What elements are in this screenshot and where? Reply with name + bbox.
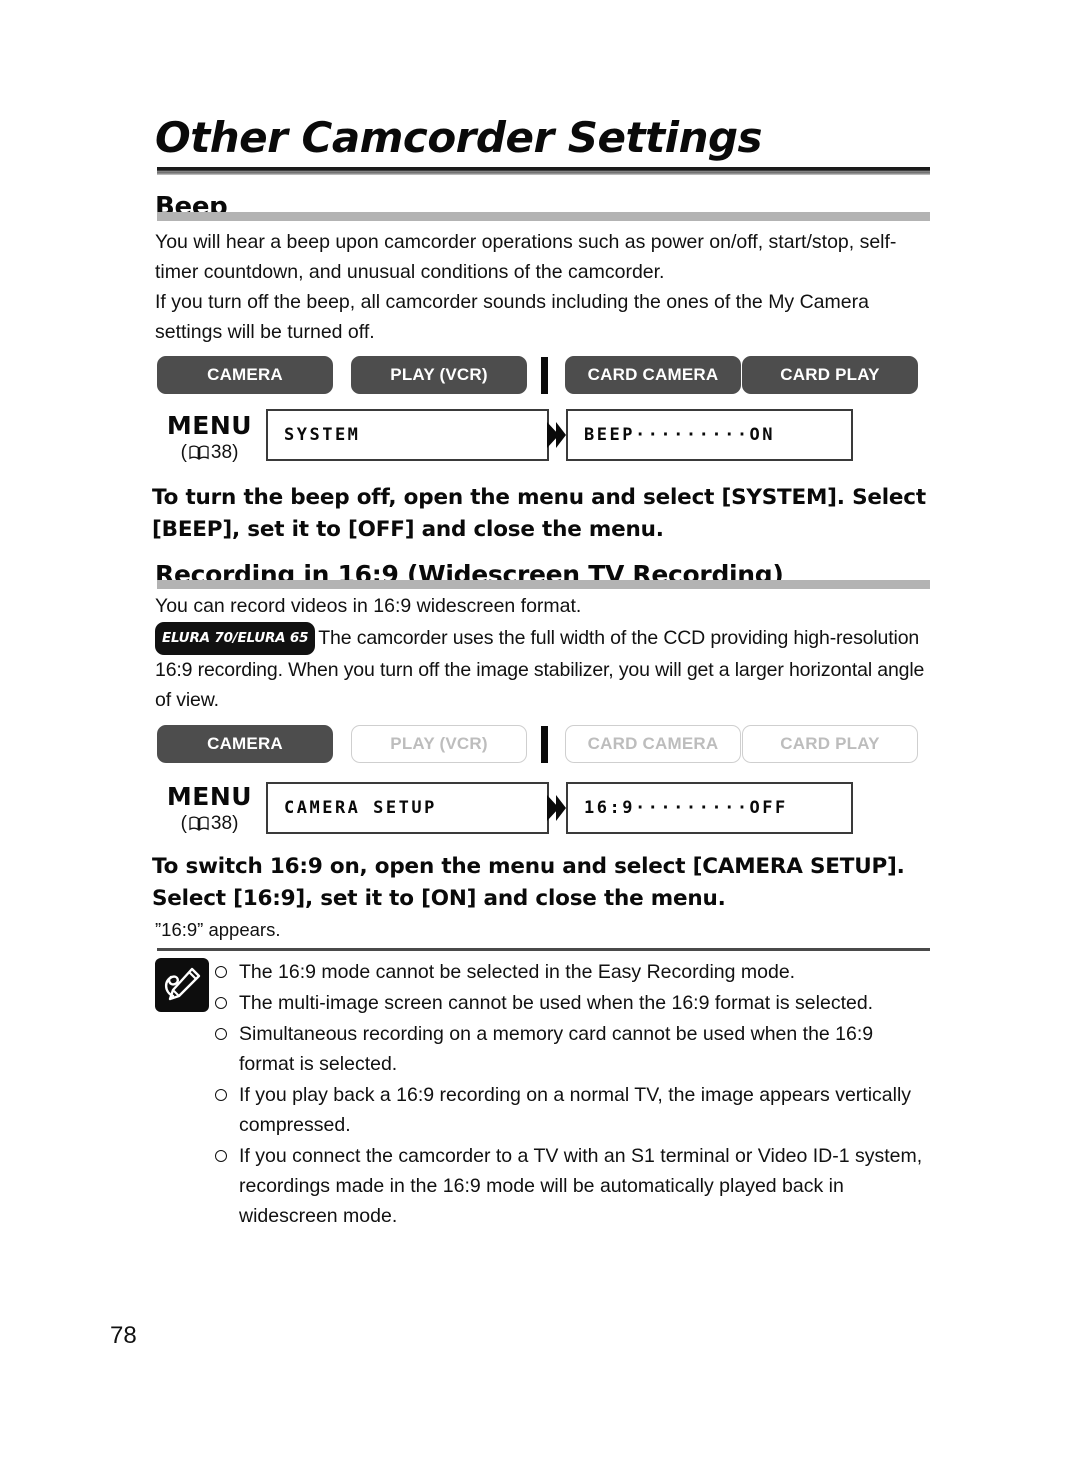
chevron-right-icon: [545, 420, 567, 450]
circle-bullet-icon: [215, 1089, 227, 1101]
book-icon: [189, 813, 209, 831]
mode-button-play-vcr[interactable]: PLAY (VCR): [351, 725, 527, 763]
menu-label-widescreen: MENU (38): [157, 783, 262, 837]
mode-button-card-camera[interactable]: CARD CAMERA: [565, 356, 741, 394]
mode-button-card-play[interactable]: CARD PLAY: [742, 725, 918, 763]
chevron-right-icon: [545, 793, 567, 823]
note-text: The multi-image screen cannot be used wh…: [239, 992, 874, 1014]
circle-bullet-icon: [215, 997, 227, 1009]
instruction-beep: To turn the beep off, open the menu and …: [152, 485, 926, 542]
list-item: The multi-image screen cannot be used wh…: [213, 988, 931, 1018]
lcd-menu-beep-setting[interactable]: BEEP·········ON: [566, 409, 853, 461]
instruction-widescreen: To switch 16:9 on, open the menu and sel…: [152, 854, 905, 911]
circle-bullet-icon: [215, 966, 227, 978]
mode-button-camera[interactable]: CAMERA: [157, 725, 333, 763]
mode-separator: [541, 726, 548, 763]
section-divider-beep: [157, 212, 930, 221]
mode-button-card-camera[interactable]: CARD CAMERA: [565, 725, 741, 763]
lcd-menu-169-setting[interactable]: 16:9·········OFF: [566, 782, 853, 834]
beep-paragraph-1: You will hear a beep upon camcorder oper…: [155, 231, 897, 283]
list-item: The 16:9 mode cannot be selected in the …: [213, 957, 931, 987]
list-item: Simultaneous recording on a memory card …: [213, 1019, 931, 1079]
lcd-menu-camera-setup[interactable]: CAMERA SETUP: [266, 782, 549, 834]
mode-separator: [541, 357, 548, 394]
notes-divider: [157, 948, 930, 951]
menu-word: MENU: [166, 411, 253, 440]
menu-page-number: 38: [210, 442, 233, 463]
note-text: The 16:9 mode cannot be selected in the …: [239, 961, 796, 983]
menu-page-number: 38: [210, 813, 233, 834]
appears-note: ”16:9” appears.: [155, 919, 281, 940]
lcd-menu-system[interactable]: SYSTEM: [266, 409, 549, 461]
page-title: Other Camcorder Settings: [155, 113, 763, 162]
manual-page: Other Camcorder Settings Beep You will h…: [0, 0, 1080, 1461]
elura-model-badge: ELURA 70/ELURA 65: [155, 622, 316, 655]
memo-pencil-icon: [155, 958, 209, 1012]
list-item: If you connect the camcorder to a TV wit…: [213, 1141, 931, 1231]
notes-list: The 16:9 mode cannot be selected in the …: [213, 957, 931, 1232]
beep-paragraph-2: If you turn off the beep, all camcorder …: [155, 291, 869, 343]
circle-bullet-icon: [215, 1028, 227, 1040]
menu-page-reference: (38): [157, 440, 262, 466]
menu-page-reference: (38): [157, 811, 262, 837]
title-divider: [157, 167, 930, 175]
list-item: If you play back a 16:9 recording on a n…: [213, 1080, 931, 1140]
page-number: 78: [110, 1322, 137, 1349]
mode-button-play-vcr[interactable]: PLAY (VCR): [351, 356, 527, 394]
paren-close: ): [232, 813, 239, 834]
note-text: Simultaneous recording on a memory card …: [239, 1023, 874, 1075]
widescreen-paragraph-1: You can record videos in 16:9 widescreen…: [155, 595, 582, 617]
note-text: If you connect the camcorder to a TV wit…: [239, 1145, 923, 1227]
mode-button-camera[interactable]: CAMERA: [157, 356, 333, 394]
paren-open: (: [180, 442, 187, 463]
section-divider-widescreen: [157, 580, 930, 589]
paren-open: (: [180, 813, 187, 834]
paren-close: ): [232, 442, 239, 463]
book-icon: [189, 442, 209, 460]
menu-label-beep: MENU (38): [157, 412, 262, 466]
mode-button-card-play[interactable]: CARD PLAY: [742, 356, 918, 394]
widescreen-paragraph-2: ELURA 70/ELURA 65 The camcorder uses the …: [155, 622, 927, 715]
note-text: If you play back a 16:9 recording on a n…: [239, 1084, 912, 1136]
circle-bullet-icon: [215, 1150, 227, 1162]
menu-word: MENU: [166, 782, 253, 811]
